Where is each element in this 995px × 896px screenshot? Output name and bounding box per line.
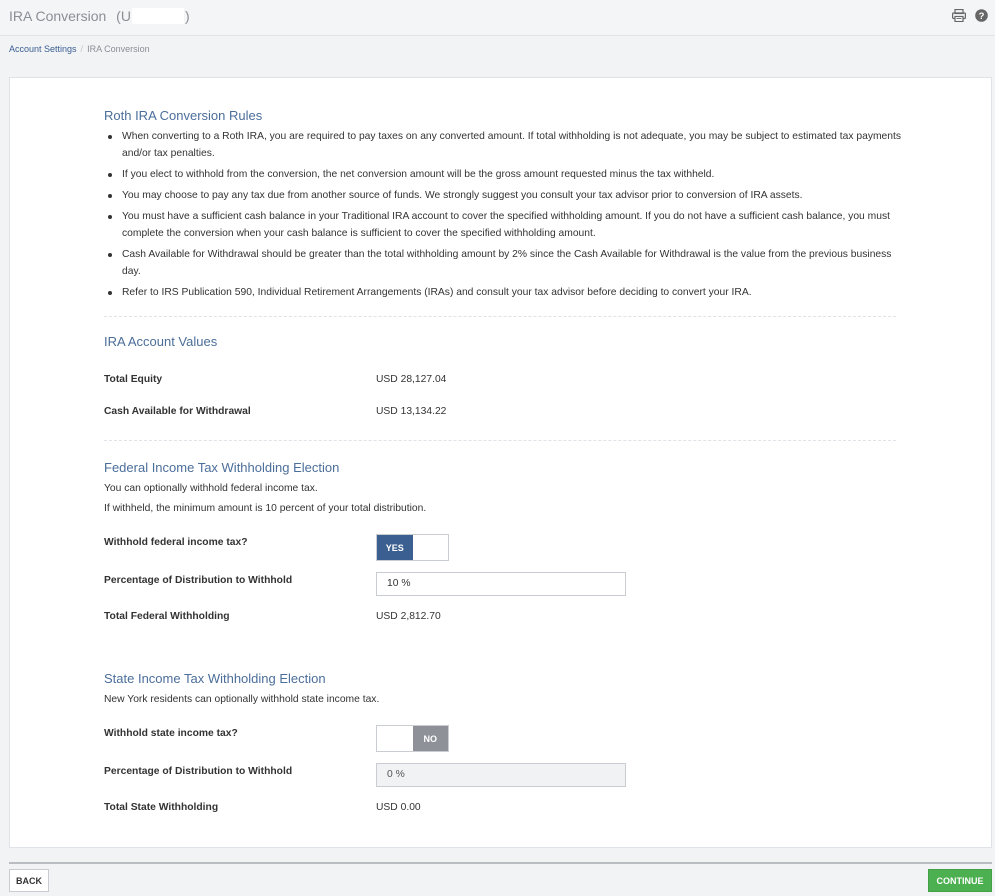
rule-item: Cash Available for Withdrawal should be … <box>108 246 902 280</box>
federal-desc-2: If withheld, the minimum amount is 10 pe… <box>104 503 427 514</box>
rule-item: When converting to a Roth IRA, you are r… <box>108 128 902 162</box>
account-values-title: IRA Account Values <box>104 334 218 349</box>
withhold-state-label: Withhold state income tax? <box>104 728 238 739</box>
help-icon[interactable]: ? <box>973 7 989 23</box>
toggle-off-segment <box>377 726 413 751</box>
toggle-off-segment <box>412 535 448 560</box>
withhold-state-toggle[interactable]: NO <box>376 725 449 752</box>
total-federal-label: Total Federal Withholding <box>104 611 230 622</box>
total-equity-label: Total Equity <box>104 374 163 385</box>
federal-desc-1: You can optionally withhold federal inco… <box>104 483 318 494</box>
account-id-prefix: (U <box>116 8 131 24</box>
rule-item: You may choose to pay any tax due from a… <box>108 187 902 204</box>
rule-item: If you elect to withhold from the conver… <box>108 166 902 183</box>
breadcrumb-account-settings[interactable]: Account Settings <box>9 44 77 54</box>
account-id-redaction <box>131 8 184 24</box>
breadcrumb-current: IRA Conversion <box>87 44 150 54</box>
toggle-no-segment: NO <box>412 726 448 751</box>
breadcrumb: Account Settings / IRA Conversion <box>9 44 150 54</box>
federal-title: Federal Income Tax Withholding Election <box>104 460 340 475</box>
cash-available-value: USD 13,134.22 <box>376 406 447 417</box>
withhold-federal-label: Withhold federal income tax? <box>104 537 248 548</box>
back-button[interactable]: BACK <box>9 869 49 892</box>
withhold-federal-toggle[interactable]: YES <box>376 534 449 561</box>
state-percent-input: 0 % <box>376 763 626 787</box>
rule-item: You must have a sufficient cash balance … <box>108 208 902 242</box>
breadcrumb-separator: / <box>80 44 84 54</box>
total-state-value: USD 0.00 <box>376 802 421 813</box>
section-divider <box>104 440 896 441</box>
state-title: State Income Tax Withholding Election <box>104 671 326 686</box>
continue-button[interactable]: CONTINUE <box>928 869 992 892</box>
svg-text:?: ? <box>978 11 984 22</box>
rules-list: When converting to a Roth IRA, you are r… <box>108 128 902 305</box>
section-divider <box>104 316 896 317</box>
top-icons: ? <box>951 7 989 23</box>
rule-item: Refer to IRS Publication 590, Individual… <box>108 284 902 301</box>
total-state-label: Total State Withholding <box>104 802 219 813</box>
federal-percent-input[interactable]: 10 % <box>376 572 626 596</box>
state-desc: New York residents can optionally withho… <box>104 694 380 705</box>
account-id-suffix: ) <box>184 8 190 24</box>
conversion-card: Roth IRA Conversion Rules When convertin… <box>9 77 992 848</box>
top-bar: IRA Conversion (U) ? <box>0 0 995 36</box>
footer-divider <box>9 862 992 864</box>
toggle-yes-segment: YES <box>377 535 413 560</box>
total-equity-value: USD 28,127.04 <box>376 374 447 385</box>
page-title-text: IRA Conversion <box>9 8 107 24</box>
total-federal-value: USD 2,812.70 <box>376 611 441 622</box>
print-icon[interactable] <box>951 7 967 23</box>
federal-percent-label: Percentage of Distribution to Withhold <box>104 575 293 586</box>
state-percent-label: Percentage of Distribution to Withhold <box>104 766 293 777</box>
page-title: IRA Conversion (U) <box>9 8 190 24</box>
rules-title: Roth IRA Conversion Rules <box>104 108 263 123</box>
cash-available-label: Cash Available for Withdrawal <box>104 406 251 417</box>
